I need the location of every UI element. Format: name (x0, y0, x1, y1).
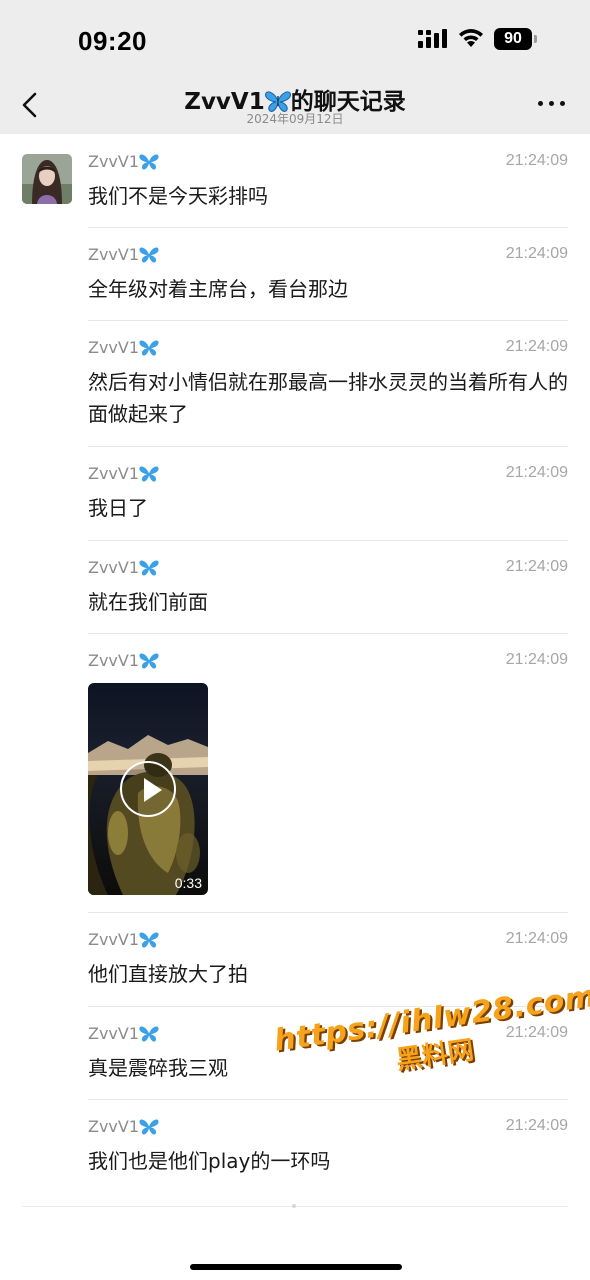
butterfly-emoji-icon (139, 340, 159, 356)
status-time: 09:20 (78, 26, 147, 56)
divider (88, 1006, 568, 1007)
dot (560, 101, 565, 106)
message-text: 然后有对小情侣就在那最高一排水灵灵的当着所有人的面做起来了 (88, 370, 568, 426)
nav-bar: ZvvV1 的聊天记录 2024年09月12日 (0, 80, 590, 134)
message-item[interactable]: ZvvV1 21:24:09 全年级对着主席台，看台那边 (88, 245, 568, 305)
message-time: 21:24:09 (505, 1117, 568, 1134)
message-text: 真是震碎我三观 (88, 1056, 228, 1080)
divider (88, 633, 568, 634)
message-time: 21:24:09 (505, 464, 568, 481)
message-time: 21:24:09 (505, 245, 568, 262)
message-text: 全年级对着主席台，看台那边 (88, 277, 348, 301)
message-item[interactable]: ZvvV1 21:24:09 然后有对小情侣就在那最高一排水灵灵的当着所有人的面… (88, 338, 568, 430)
message-text: 我日了 (88, 496, 148, 520)
message-sender: ZvvV1 (88, 464, 159, 483)
message-item[interactable]: ZvvV1 21:24:09 我们不是今天彩排吗 (88, 152, 568, 212)
list-end-dot (292, 1204, 296, 1208)
sender-name: ZvvV1 (88, 245, 140, 264)
dot (549, 101, 554, 106)
message-text: 就在我们前面 (88, 590, 208, 614)
battery-level: 90 (494, 28, 532, 50)
chat-date: 2024年09月12日 (246, 112, 344, 126)
message-sender: ZvvV1 (88, 338, 159, 357)
chat-history-list[interactable]: ZvvV1 21:24:09 我们不是今天彩排吗 ZvvV1 21:24:09 … (0, 134, 590, 1214)
status-bar: 09:20 90 (0, 0, 590, 80)
message-time: 21:24:09 (505, 152, 568, 169)
sender-name: ZvvV1 (88, 1024, 140, 1043)
avatar[interactable] (22, 154, 72, 204)
sender-name: ZvvV1 (88, 651, 140, 670)
message-item[interactable]: ZvvV1 21:24:09 真是震碎我三观 (88, 1024, 568, 1084)
message-item[interactable]: ZvvV1 21:24:09 0:33 (88, 651, 568, 895)
avatar-image (22, 154, 72, 204)
butterfly-emoji-icon (139, 1026, 159, 1042)
sender-name: ZvvV1 (88, 558, 140, 577)
message-time: 21:24:09 (505, 1024, 568, 1041)
sender-name: ZvvV1 (88, 338, 140, 357)
message-item[interactable]: ZvvV1 21:24:09 我们也是他们play的一环吗 (88, 1117, 568, 1177)
butterfly-emoji-icon (139, 653, 159, 669)
message-sender: ZvvV1 (88, 1024, 159, 1043)
battery-icon: 90 (494, 28, 538, 50)
butterfly-emoji-icon (139, 154, 159, 170)
message-item[interactable]: ZvvV1 21:24:09 他们直接放大了拍 (88, 930, 568, 990)
battery-tip (534, 35, 537, 43)
dot (538, 101, 543, 106)
message-sender: ZvvV1 (88, 930, 159, 949)
play-triangle (144, 778, 162, 802)
divider (88, 1099, 568, 1100)
butterfly-emoji-icon (139, 560, 159, 576)
wifi-icon (459, 29, 483, 47)
divider (88, 320, 568, 321)
message-text: 我们也是他们play的一环吗 (88, 1149, 331, 1173)
cellular-signal-icon (418, 29, 447, 48)
butterfly-emoji-icon (264, 91, 291, 112)
play-icon[interactable] (120, 761, 176, 817)
sender-name: ZvvV1 (88, 464, 140, 483)
divider (88, 912, 568, 913)
message-time: 21:24:09 (505, 651, 568, 668)
sender-name: ZvvV1 (88, 1117, 140, 1136)
home-indicator[interactable] (190, 1264, 402, 1270)
message-sender: ZvvV1 (88, 558, 159, 577)
sender-name: ZvvV1 (88, 152, 140, 171)
message-sender: ZvvV1 (88, 152, 159, 171)
message-sender: ZvvV1 (88, 651, 159, 670)
message-time: 21:24:09 (505, 558, 568, 575)
video-duration: 0:33 (174, 875, 202, 891)
divider (88, 227, 568, 228)
butterfly-emoji-icon (139, 932, 159, 948)
sender-name: ZvvV1 (88, 930, 140, 949)
message-time: 21:24:09 (505, 930, 568, 947)
divider (88, 540, 568, 541)
video-message-thumbnail[interactable]: 0:33 (88, 683, 208, 895)
butterfly-emoji-icon (139, 1119, 159, 1135)
message-sender: ZvvV1 (88, 245, 159, 264)
butterfly-emoji-icon (139, 247, 159, 263)
message-text: 他们直接放大了拍 (88, 962, 248, 986)
message-sender: ZvvV1 (88, 1117, 159, 1136)
message-item[interactable]: ZvvV1 21:24:09 我日了 (88, 464, 568, 524)
message-time: 21:24:09 (505, 338, 568, 355)
message-text: 我们不是今天彩排吗 (88, 184, 268, 208)
butterfly-emoji-icon (139, 466, 159, 482)
ellipsis-icon[interactable] (538, 98, 566, 108)
divider (88, 446, 568, 447)
message-item[interactable]: ZvvV1 21:24:09 就在我们前面 (88, 558, 568, 618)
